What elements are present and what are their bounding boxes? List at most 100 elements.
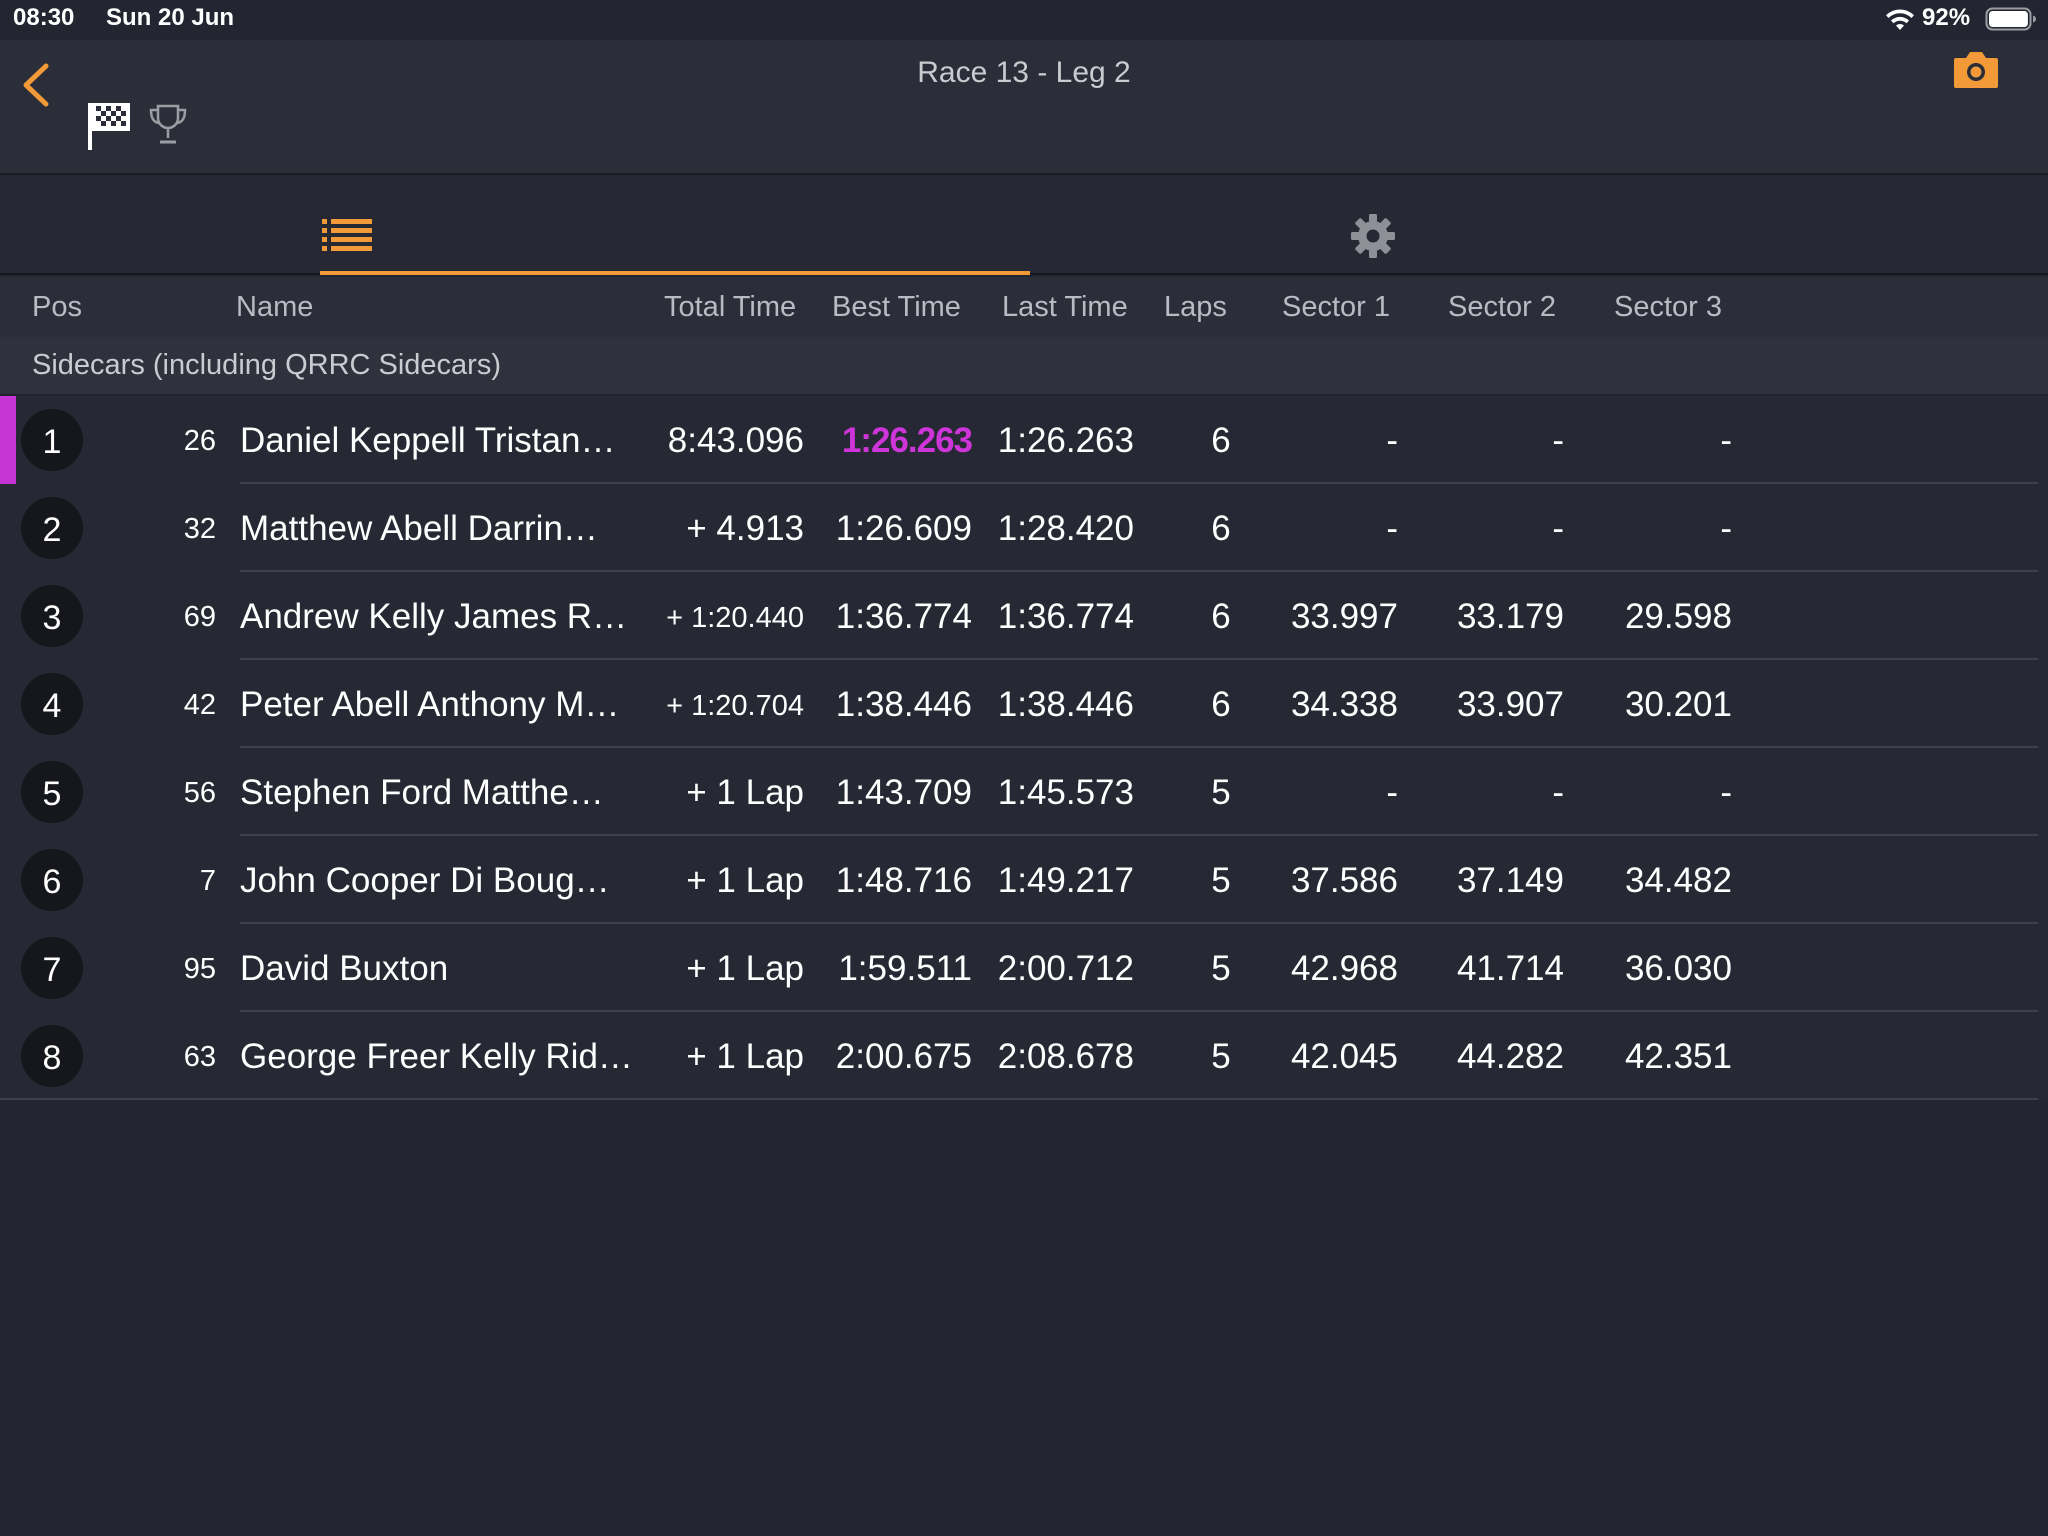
header-laps: Laps xyxy=(1164,291,1227,323)
result-row[interactable]: 5 56 Stephen Ford Matthe… + 1 Lap 1:43.7… xyxy=(0,748,2048,836)
race-number: 26 xyxy=(183,425,216,457)
sector-2: - xyxy=(1552,421,1564,460)
nav-bar: Race 13 - Leg 2 xyxy=(0,40,2048,175)
last-time: 2:00.712 xyxy=(997,949,1134,988)
position-badge: 1 xyxy=(21,409,83,471)
position-badge: 6 xyxy=(21,849,83,911)
sector-1: 42.968 xyxy=(1290,949,1398,988)
laps: 6 xyxy=(1211,597,1231,636)
last-time: 1:45.573 xyxy=(997,773,1134,812)
header-total-time: Total Time xyxy=(664,291,797,323)
total-time: + 1:20.440 xyxy=(666,602,804,634)
last-time: 1:28.420 xyxy=(997,509,1134,548)
best-time: 1:59.511 xyxy=(838,949,972,988)
total-time: 8:43.096 xyxy=(667,421,804,460)
battery-icon xyxy=(1985,7,2036,31)
rider-name: Stephen Ford Matthe… xyxy=(240,773,604,812)
position: 6 xyxy=(42,863,62,901)
position: 1 xyxy=(42,423,62,461)
gear-icon[interactable] xyxy=(1350,213,1396,259)
rider-name: Peter Abell Anthony M… xyxy=(240,685,620,724)
position: 8 xyxy=(42,1039,62,1077)
best-time: 1:38.446 xyxy=(835,685,972,724)
position-badge: 8 xyxy=(21,1025,83,1087)
position-badge: 2 xyxy=(21,497,83,559)
status-date: Sun 20 Jun xyxy=(106,4,235,31)
result-row[interactable]: 2 32 Matthew Abell Darrin… + 4.913 1:26.… xyxy=(0,484,2048,572)
laps: 6 xyxy=(1211,509,1231,548)
status-time: 08:30 xyxy=(13,4,75,31)
results-table: 1 26 Daniel Keppell Tristan… 8:43.096 1:… xyxy=(0,396,2048,1100)
laps: 5 xyxy=(1211,1037,1231,1076)
race-number: 42 xyxy=(183,689,216,721)
sector-1: - xyxy=(1386,421,1398,460)
best-time: 1:26.609 xyxy=(835,509,972,548)
position-badge: 4 xyxy=(21,673,83,735)
sector-3: - xyxy=(1720,509,1732,548)
race-number: 7 xyxy=(199,865,216,897)
sector-1: 42.045 xyxy=(1290,1037,1398,1076)
total-time: + 1 Lap xyxy=(686,861,804,900)
best-time: 1:43.709 xyxy=(835,773,972,812)
race-number: 69 xyxy=(183,601,216,633)
tab-results-list[interactable] xyxy=(320,177,1030,275)
result-row[interactable]: 1 26 Daniel Keppell Tristan… 8:43.096 1:… xyxy=(0,396,2048,484)
checkered-flag-icon[interactable] xyxy=(86,100,132,152)
tab-settings[interactable] xyxy=(1030,177,1730,275)
list-icon[interactable] xyxy=(322,217,372,251)
race-title: Race 13 - Leg 2 xyxy=(917,56,1131,89)
last-time: 1:49.217 xyxy=(997,861,1134,900)
result-row[interactable]: 6 7 John Cooper Di Boug… + 1 Lap 1:48.71… xyxy=(0,836,2048,924)
result-row[interactable]: 3 69 Andrew Kelly James R… + 1:20.440 1:… xyxy=(0,572,2048,660)
class-name: Sidecars (including QRRC Sidecars) xyxy=(32,349,501,381)
row-divider xyxy=(0,1098,2038,1100)
wifi-icon xyxy=(1886,9,1914,30)
sector-2: 41.714 xyxy=(1456,949,1564,988)
last-time: 2:08.678 xyxy=(997,1037,1134,1076)
sector-3: - xyxy=(1720,421,1732,460)
screen: 08:30 Sun 20 Jun 92% Race 13 - Leg 2 Pos… xyxy=(0,0,2048,1536)
last-time: 1:36.774 xyxy=(997,597,1134,636)
position: 5 xyxy=(42,775,62,813)
sector-3: 34.482 xyxy=(1624,861,1732,900)
total-time: + 4.913 xyxy=(686,509,804,548)
best-time: 2:00.675 xyxy=(835,1037,972,1076)
race-number: 63 xyxy=(183,1041,216,1073)
position-badge: 3 xyxy=(21,585,83,647)
race-number: 95 xyxy=(183,953,216,985)
position-badge: 7 xyxy=(21,937,83,999)
header-name: Name xyxy=(236,291,314,323)
position-badge: 5 xyxy=(21,761,83,823)
laps: 5 xyxy=(1211,773,1231,812)
fastest-lap-marker xyxy=(0,396,16,484)
sector-1: 37.586 xyxy=(1290,861,1398,900)
status-bar: 08:30 Sun 20 Jun 92% xyxy=(0,0,2048,40)
header-last-time: Last Time xyxy=(1002,291,1128,323)
result-row[interactable]: 7 95 David Buxton + 1 Lap 1:59.511 2:00.… xyxy=(0,924,2048,1012)
active-tab-indicator xyxy=(320,271,1030,275)
header-sector-3: Sector 3 xyxy=(1614,291,1722,323)
rider-name: Andrew Kelly James R… xyxy=(240,597,628,636)
sector-3: 36.030 xyxy=(1624,949,1732,988)
total-time: + 1 Lap xyxy=(686,773,804,812)
laps: 5 xyxy=(1211,861,1231,900)
sector-2: 33.179 xyxy=(1456,597,1564,636)
header-pos: Pos xyxy=(32,291,82,323)
best-time: 1:26.263 xyxy=(841,421,973,460)
sector-1: - xyxy=(1386,509,1398,548)
position: 3 xyxy=(42,599,62,637)
result-row[interactable]: 8 63 George Freer Kelly Rid… + 1 Lap 2:0… xyxy=(0,1012,2048,1100)
sector-3: 29.598 xyxy=(1624,597,1732,636)
best-time: 1:48.716 xyxy=(835,861,972,900)
trophy-icon[interactable] xyxy=(148,102,188,148)
race-number: 56 xyxy=(183,777,216,809)
rider-name: George Freer Kelly Rid… xyxy=(240,1037,633,1076)
column-headers: Pos Name Total Time Best Time Last Time … xyxy=(0,277,2048,337)
sector-3: 30.201 xyxy=(1624,685,1732,724)
camera-icon[interactable] xyxy=(1952,50,2000,90)
last-time: 1:38.446 xyxy=(997,685,1134,724)
total-time: + 1:20.704 xyxy=(666,690,804,722)
sector-2: 33.907 xyxy=(1456,685,1564,724)
sector-2: 37.149 xyxy=(1456,861,1564,900)
result-row[interactable]: 4 42 Peter Abell Anthony M… + 1:20.704 1… xyxy=(0,660,2048,748)
